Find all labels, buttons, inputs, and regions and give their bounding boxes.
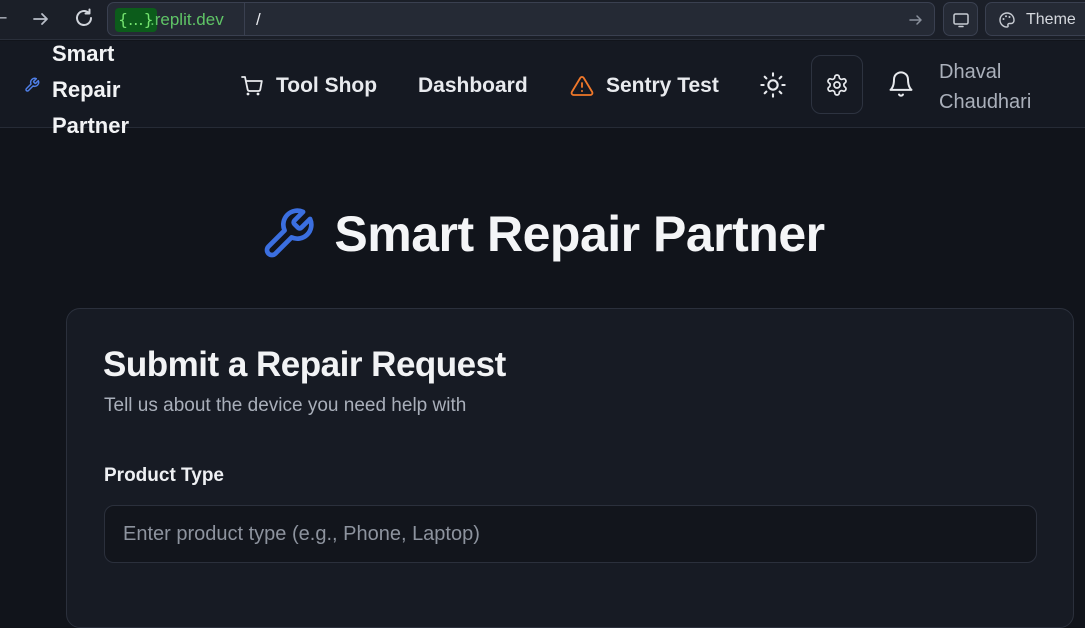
nav-sentry-test[interactable]: Sentry Test <box>570 71 719 101</box>
url-divider <box>244 3 245 35</box>
gear-icon <box>827 73 847 96</box>
sun-icon <box>760 72 786 98</box>
url-path: / <box>256 10 261 29</box>
settings-button[interactable] <box>811 55 863 114</box>
wrench-icon <box>25 77 40 92</box>
address-bar[interactable]: {...} .replit.dev / <box>107 2 935 36</box>
notifications-button[interactable] <box>884 67 918 101</box>
nav-dashboard-label: Dashboard <box>418 74 528 97</box>
theme-button[interactable]: Theme <box>985 2 1085 36</box>
devices-button[interactable] <box>943 2 978 36</box>
card-description: Tell us about the device you need help w… <box>104 395 467 416</box>
card-title: Submit a Repair Request <box>103 345 506 384</box>
nav-tool-shop[interactable]: Tool Shop <box>240 71 377 101</box>
browser-toolbar: – {...} .replit.dev / Theme <box>0 0 1085 40</box>
reload-icon[interactable] <box>72 6 96 30</box>
monitor-icon <box>953 13 969 28</box>
forward-arrow-icon[interactable] <box>31 9 51 29</box>
go-arrow-icon[interactable] <box>908 12 924 28</box>
brand-link[interactable]: Smart Repair Partner <box>52 36 182 144</box>
user-name[interactable]: Dhaval Chaudhari <box>939 57 1079 117</box>
theme-label: Theme <box>1026 11 1076 28</box>
page-hero: Smart Repair Partner <box>0 196 1085 272</box>
page-title: Smart Repair Partner <box>334 206 825 262</box>
warning-icon <box>570 76 594 96</box>
url-domain: .replit.dev <box>150 10 224 29</box>
nav-sentry-test-label: Sentry Test <box>606 74 719 97</box>
nav-tool-shop-label: Tool Shop <box>276 74 378 97</box>
app-header: Smart Repair Partner Tool Shop Dashboard… <box>0 41 1085 138</box>
palette-icon <box>999 12 1015 28</box>
wrench-icon <box>265 208 315 258</box>
bell-icon <box>889 71 913 97</box>
nav-dashboard[interactable]: Dashboard <box>418 71 528 101</box>
back-arrow-icon[interactable]: – <box>0 6 7 30</box>
repair-request-card: Submit a Repair Request Tell us about th… <box>66 308 1074 628</box>
product-type-label: Product Type <box>104 465 224 486</box>
product-type-input[interactable] <box>104 505 1037 563</box>
cart-icon <box>241 76 263 96</box>
theme-toggle-button[interactable] <box>757 69 789 101</box>
